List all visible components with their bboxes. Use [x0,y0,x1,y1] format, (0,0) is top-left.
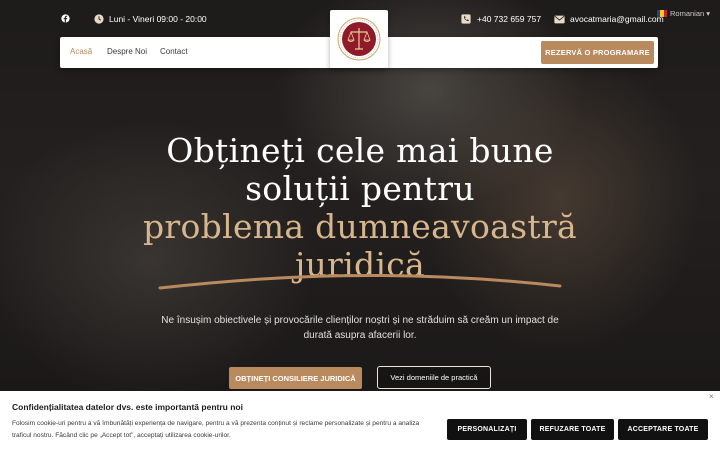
chevron-down-icon: ▾ [706,9,710,18]
hours-text: Luni - Vineri 09:00 - 20:00 [109,14,207,24]
reject-all-button[interactable]: REFUZARE TOATE [531,419,614,440]
headline-line-2: soluții pentru [245,169,475,208]
working-hours: Luni - Vineri 09:00 - 20:00 [94,14,207,24]
email-icon [554,15,565,23]
language-selector[interactable]: Romanian ▾ [657,9,710,18]
clock-icon [94,14,104,24]
cookie-title: Confidențialitatea datelor dvs. este imp… [12,402,243,412]
facebook-link[interactable] [61,14,70,23]
view-practice-areas-button[interactable]: Vezi domeniile de practică [377,366,491,389]
nav-link-home[interactable]: Acasă [70,47,92,56]
nav-link-about[interactable]: Despre Noi [107,47,147,56]
close-icon[interactable]: × [709,392,714,401]
logo[interactable] [330,10,388,68]
nav-link-contact[interactable]: Contact [160,47,188,56]
headline-line-3: problema dumneavoastră [143,207,577,246]
customize-button[interactable]: PERSONALIZAȚI [447,419,527,440]
hero-headline: Obțineți cele mai bune soluții pentru pr… [0,132,720,284]
phone-icon [461,14,471,24]
phone-link[interactable]: +40 732 659 757 [461,14,541,24]
book-appointment-button[interactable]: REZERVĂ O PROGRAMARE [541,41,654,64]
get-legal-advice-button[interactable]: OBȚINEȚI CONSILIERE JURIDICĂ [229,367,362,389]
headline-underline-swoosh [158,273,562,290]
accept-all-button[interactable]: ACCEPTARE TOATE [618,419,708,440]
phone-text: +40 732 659 757 [477,14,542,24]
headline-line-1: Obțineți cele mai bune [166,131,554,170]
email-text: avocatmaria@gmail.com [570,14,664,24]
scales-logo-icon [337,17,381,61]
hero-subtitle: Ne însușim obiectivele și provocările cl… [161,315,559,341]
flag-icon [657,10,667,17]
cookie-text: Folosim cookie-uri pentru a vă îmbunătăț… [12,420,420,439]
email-link[interactable]: avocatmaria@gmail.com [554,14,664,24]
facebook-icon [61,14,70,23]
language-label: Romanian [670,9,705,18]
cookie-consent-banner: × Confidențialitatea datelor dvs. este i… [0,391,720,450]
